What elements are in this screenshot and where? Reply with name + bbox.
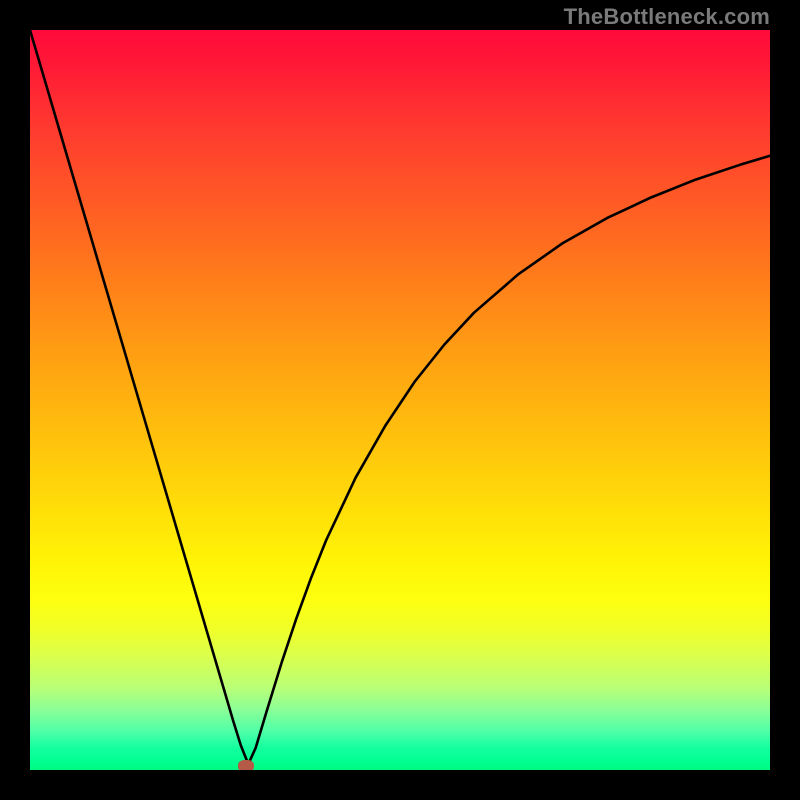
minimum-marker-dot bbox=[238, 760, 254, 770]
plot-area bbox=[30, 30, 770, 770]
chart-frame: TheBottleneck.com bbox=[0, 0, 800, 800]
attribution-label: TheBottleneck.com bbox=[564, 4, 770, 30]
bottleneck-curve bbox=[30, 30, 770, 770]
